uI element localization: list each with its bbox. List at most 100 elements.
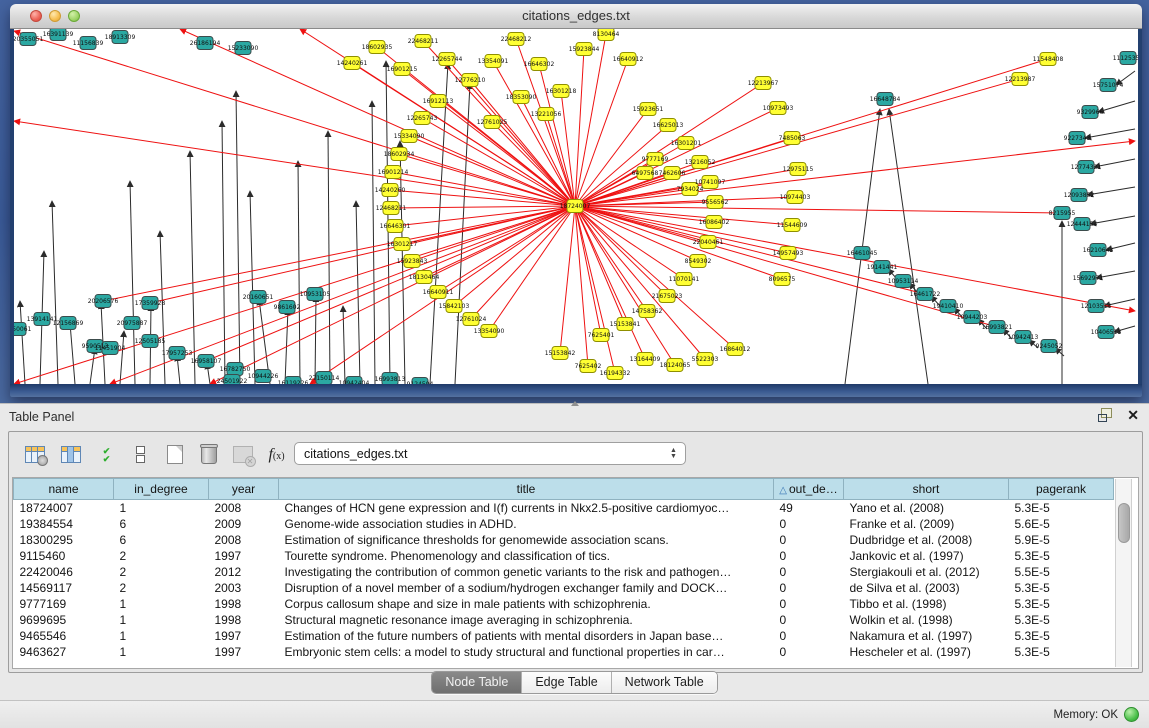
citation-network-graph[interactable]: 1691211312265743153340901860293416901214… [14,29,1138,384]
close-panel-icon[interactable]: ✕ [1127,408,1139,422]
graph-node-label: 16086402 [699,219,730,226]
table-row[interactable]: 946554611997Estimation of the future num… [14,628,1114,644]
delete-icon[interactable] [195,441,222,468]
table-cell: 0 [774,564,844,580]
window-title: citations_edges.txt [10,8,1142,23]
graph-node-label: 10944203 [957,314,988,321]
scrollbar-thumb[interactable] [1118,503,1130,543]
graph-node-label: 16210643 [1083,247,1114,254]
graph-node-label: 14957493 [773,250,804,257]
graph-node-label: 10942413 [1008,334,1039,341]
desktop: citations_edges.txt 16912113122657431533… [0,0,1149,403]
table-row[interactable]: 911546021997Tourette syndrome. Phenomeno… [14,548,1114,564]
table-row[interactable]: 1938455462009Genome-wide association stu… [14,516,1114,532]
table-row[interactable]: 1456911722003Disruption of a novel membe… [14,580,1114,596]
graph-node-label: 10953105 [300,291,331,298]
vertical-scrollbar[interactable] [1115,479,1132,667]
function-builder-icon[interactable]: f(x) [263,441,290,468]
graph-node-label: 9329966 [1077,109,1104,116]
graph-node-label: 12213987 [1005,76,1036,83]
tab-node-table[interactable]: Node Table [432,672,522,693]
table-panel-header: Table Panel ✕ [0,404,1149,430]
table-row[interactable]: 946362711997Embryonic stem cells: a mode… [14,644,1114,660]
graph-node-label: 16648784 [870,96,901,103]
table-cell: 6 [114,532,209,548]
graph-node-label: 12468211 [376,205,407,212]
table-row[interactable]: 977716911998Corpus callosum shape and si… [14,596,1114,612]
graph-node-label: 12975115 [783,166,814,173]
column-header-out_de[interactable]: △out_de… [774,479,844,500]
graph-node-label: 10974403 [780,194,811,201]
graph-node-label: 7934024 [677,186,704,193]
graph-node-label: 16391139 [43,31,74,38]
sort-ascending-icon: △ [779,485,787,496]
graph-node-label: 7850061 [14,326,32,333]
graph-node-label: 8096575 [769,276,796,283]
table-cell: 1 [114,628,209,644]
rows-icon[interactable] [127,441,154,468]
graph-node-label: 15334090 [394,133,425,140]
tab-edge-table[interactable]: Edge Table [522,672,611,693]
table-row[interactable]: 1872400712008Changes of HCN gene express… [14,500,1114,517]
graph-node-label: 15923844 [569,46,600,53]
table-settings-icon[interactable] [21,441,48,468]
graph-node-label: 21675023 [652,293,683,300]
table-cell: 18724007 [14,500,114,517]
table-cell: 2008 [209,532,279,548]
graph-node-label: 8130464 [593,31,620,38]
graph-node-label: 15923843 [397,258,428,265]
table-cell: 2 [114,548,209,564]
table-cell: 1 [114,612,209,628]
graph-node-label: 15842103 [439,303,470,310]
table-cell: 0 [774,580,844,596]
new-table-icon[interactable] [161,441,188,468]
column-header-name[interactable]: name [14,479,114,500]
table-cell: 1997 [209,628,279,644]
table-cell: Wolkin et al. (1998) [844,612,1009,628]
delete-table-icon[interactable] [229,441,256,468]
graph-node-label: 11070141 [669,276,700,283]
table-cell: Stergiakouli et al. (2012) [844,564,1009,580]
table-cell: Investigating the contribution of common… [279,564,774,580]
table-cell: Hescheler et al. (1997) [844,644,1009,660]
column-header-in_degree[interactable]: in_degree [114,479,209,500]
table-cell: Jankovic et al. (1997) [844,548,1009,564]
table-cell: 1998 [209,596,279,612]
graph-node-label: 19410410 [933,303,964,310]
graph-node-label: 15751074 [1093,82,1124,89]
table-cell: 2 [114,564,209,580]
table-cell: 18300295 [14,532,114,548]
table-cell: 5.5E-5 [1009,564,1114,580]
graph-node-label: 7462606 [659,170,686,177]
graph-node-label: 8549302 [685,258,712,265]
table-row[interactable]: 969969511998Structural magnetic resonanc… [14,612,1114,628]
network-window-titlebar[interactable]: citations_edges.txt [10,4,1142,29]
row-select-icon[interactable]: ✔✔ [93,441,120,468]
attribute-table: namein_degreeyeartitle△out_de…shortpager… [13,478,1114,660]
table-cell: 0 [774,516,844,532]
graph-node-label: 11125354 [1113,55,1138,62]
table-cell: 6 [114,516,209,532]
column-header-title[interactable]: title [279,479,774,500]
table-cell: 0 [774,532,844,548]
table-row[interactable]: 1830029562008Estimation of significance … [14,532,1114,548]
table-body: 1872400712008Changes of HCN gene express… [14,500,1114,661]
table-row[interactable]: 2242004622012Investigating the contribut… [14,564,1114,580]
graph-node-label: 14240261 [337,60,368,67]
table-selector-dropdown[interactable]: citations_edges.txt ▲▼ [294,442,686,465]
graph-node-label: 9777169 [642,156,669,163]
table-panel-content: ✔✔ f(x) citations_edges.txt ▲▼ namein_de… [8,431,1143,673]
column-header-pagerank[interactable]: pagerank [1009,479,1114,500]
show-columns-icon[interactable] [57,441,84,468]
float-panel-icon[interactable] [1098,408,1113,422]
graph-node-label: 9861602 [274,304,301,311]
table-cell: Estimation of the future numbers of pati… [279,628,774,644]
table-tabs-bar: Node TableEdge TableNetwork Table [0,671,1149,698]
network-window[interactable]: citations_edges.txt 16912113122657431533… [10,4,1142,397]
table-toolbar: ✔✔ f(x) citations_edges.txt ▲▼ [9,432,1142,477]
network-canvas[interactable]: 1691211312265743153340901860293416901214… [14,29,1138,384]
tab-network-table[interactable]: Network Table [612,672,717,693]
graph-node-label: 12265744 [432,56,463,63]
column-header-year[interactable]: year [209,479,279,500]
column-header-short[interactable]: short [844,479,1009,500]
